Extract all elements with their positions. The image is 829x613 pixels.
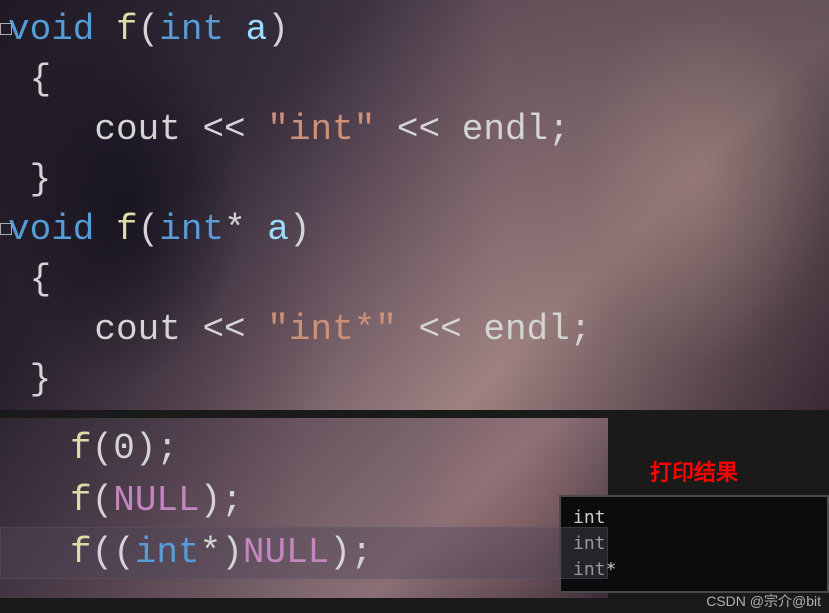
argument: 0	[113, 428, 135, 469]
pointer-star: *	[224, 209, 246, 250]
brace-open: {	[30, 59, 52, 100]
identifier-endl: endl	[462, 109, 548, 150]
code-line: }	[0, 355, 829, 405]
keyword-int: int	[159, 9, 224, 50]
identifier-cout: cout	[94, 109, 180, 150]
cast-paren-close: )	[221, 532, 243, 573]
keyword-int: int	[135, 532, 200, 573]
code-line: void f(int* a)	[0, 205, 829, 255]
paren-close: )	[289, 209, 311, 250]
operator-lshift: <<	[397, 109, 440, 150]
console-line: int	[573, 505, 815, 531]
code-line: cout << "int*" << endl;	[0, 305, 829, 355]
console-line: int*	[573, 557, 815, 583]
semicolon: ;	[548, 109, 570, 150]
code-line: {	[0, 255, 829, 305]
identifier-cout: cout	[94, 309, 180, 350]
code-line: void f(int a)	[0, 5, 829, 55]
function-call: f	[70, 480, 92, 521]
operator-lshift: <<	[202, 309, 245, 350]
code-line: {	[0, 55, 829, 105]
paren-open: (	[92, 480, 114, 521]
paren-close: )	[200, 480, 222, 521]
semicolon: ;	[156, 428, 178, 469]
keyword-int: int	[159, 209, 224, 250]
fold-box-icon[interactable]	[0, 223, 12, 235]
operator-lshift: <<	[419, 309, 462, 350]
string-literal: "int"	[267, 109, 375, 150]
string-literal: "int*"	[267, 309, 397, 350]
paren-open: (	[138, 9, 160, 50]
semicolon: ;	[221, 480, 243, 521]
function-call: f	[70, 428, 92, 469]
paren-close: )	[135, 428, 157, 469]
console-line: int	[573, 531, 815, 557]
code-editor-panel-2: f(0); f(NULL); f((int*)NULL);	[0, 418, 608, 598]
code-line: f(NULL);	[0, 475, 608, 527]
paren-open: (	[92, 532, 114, 573]
operator-lshift: <<	[202, 109, 245, 150]
fold-box-icon[interactable]	[0, 23, 12, 35]
semicolon: ;	[351, 532, 373, 573]
paren-open: (	[138, 209, 160, 250]
pointer-star: *	[200, 532, 222, 573]
code-line: cout << "int" << endl;	[0, 105, 829, 155]
macro-null: NULL	[113, 480, 199, 521]
paren-close: )	[329, 532, 351, 573]
parameter: a	[267, 209, 289, 250]
brace-close: }	[30, 359, 52, 400]
paren-open: (	[92, 428, 114, 469]
code-line: }	[0, 155, 829, 205]
parameter: a	[246, 9, 268, 50]
code-editor-panel-1: void f(int a) { cout << "int" << endl; }…	[0, 0, 829, 410]
brace-close: }	[30, 159, 52, 200]
function-name: f	[116, 209, 138, 250]
semicolon: ;	[570, 309, 592, 350]
brace-open: {	[30, 259, 52, 300]
keyword-void: void	[8, 9, 94, 50]
paren-close: )	[267, 9, 289, 50]
function-name: f	[116, 9, 138, 50]
keyword-void: void	[8, 209, 94, 250]
identifier-endl: endl	[483, 309, 569, 350]
code-line-current: f((int*)NULL);	[0, 527, 608, 579]
watermark: CSDN @宗介@bit	[706, 591, 821, 611]
function-call: f	[70, 532, 92, 573]
code-line: f(0);	[0, 423, 608, 475]
macro-null: NULL	[243, 532, 329, 573]
cast-paren-open: (	[113, 532, 135, 573]
